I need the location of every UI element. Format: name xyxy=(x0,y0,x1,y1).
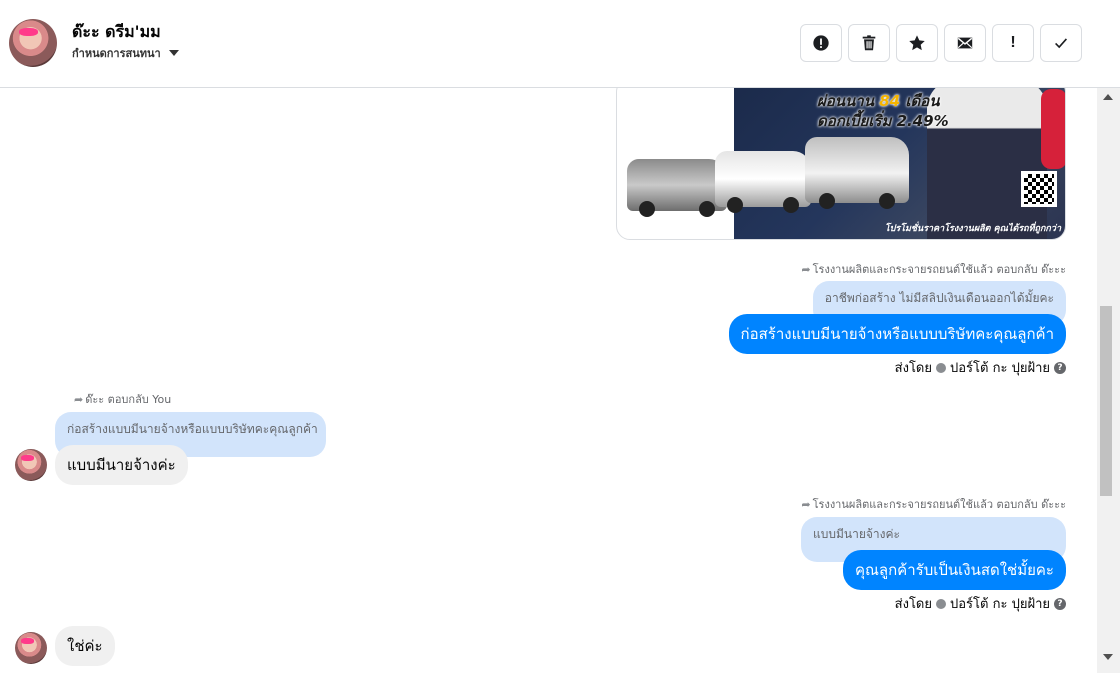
incoming-message[interactable]: ใช่ค่ะ xyxy=(55,626,115,666)
contact-name[interactable]: ด๊ะะ ดรีม'มม xyxy=(72,20,161,45)
help-icon[interactable]: ? xyxy=(1054,361,1066,374)
qr-code-icon xyxy=(1021,171,1057,207)
verified-check-icon xyxy=(936,598,946,609)
outgoing-message[interactable]: ก่อสร้างแบบมีนายจ้างหรือแบบบริษัทคะคุณลู… xyxy=(728,314,1066,354)
mark-unread-button[interactable] xyxy=(944,24,986,62)
conversation-settings-label: กำหนดการสนทนา xyxy=(72,47,161,60)
delete-button[interactable] xyxy=(848,24,890,62)
exclamation-icon: ! xyxy=(1010,34,1016,51)
report-button[interactable]: ! xyxy=(992,24,1034,62)
conversation-settings-dropdown[interactable]: กำหนดการสนทนา xyxy=(72,44,179,62)
mark-done-button[interactable] xyxy=(1040,24,1082,62)
sent-by-info: ส่งโดย ปอร์โต้ กะ ปุยฝ้าย ? xyxy=(895,357,1066,378)
promo-highlight-number: 84 xyxy=(879,92,901,110)
car-image-pickup-white xyxy=(715,151,811,213)
message-thread[interactable]: โปรโมชั่นราคาโรงงานผลิต คุณได้รถที่ถูกกว… xyxy=(0,88,1097,673)
reply-meta: ➦ โรงงานผลิตและกระจายรถยนต์ใช้แล้ว ตอบกล… xyxy=(801,495,1066,513)
mail-icon xyxy=(957,37,973,49)
verified-check-icon xyxy=(936,362,946,373)
incoming-message[interactable]: แบบมีนายจ้างค่ะ xyxy=(55,445,188,485)
star-button[interactable] xyxy=(896,24,938,62)
caret-down-icon xyxy=(168,50,179,56)
scroll-up-arrow-icon[interactable] xyxy=(1103,94,1113,100)
car-image-pickup-cage xyxy=(805,137,909,209)
sent-by-name[interactable]: ปอร์โต้ กะ ปุยฝ้าย xyxy=(950,357,1050,378)
reply-meta-text: โรงงานผลิตและกระจายรถยนต์ใช้แล้ว ตอบกลับ… xyxy=(812,498,1066,511)
contact-avatar-small[interactable] xyxy=(15,632,47,664)
promo-headline: ผ่อนนาน 84 เดือน ดอกเบี้ยเริ่ม 2.49% xyxy=(817,91,949,131)
reply-arrow-icon: ➦ xyxy=(801,262,811,276)
scrollbar[interactable] xyxy=(1097,88,1120,673)
reply-meta: ➦ โรงงานผลิตและกระจายรถยนต์ใช้แล้ว ตอบกล… xyxy=(801,260,1066,278)
reply-meta-text: โรงงานผลิตและกระจายรถยนต์ใช้แล้ว ตอบกลับ… xyxy=(812,263,1066,276)
sent-by-prefix: ส่งโดย xyxy=(894,597,932,612)
promo-footer-text: โปรโมชั่นราคาโรงงานผลิต คุณได้รถที่ถูกกว… xyxy=(884,224,1061,234)
promo-headline-line1: ผ่อนนาน 84 เดือน xyxy=(817,92,940,110)
promo-seat-image xyxy=(1041,89,1065,169)
reply-meta-text: ด๊ะะ ตอบกลับ You xyxy=(85,393,172,406)
check-icon xyxy=(1055,38,1068,49)
sent-by-name[interactable]: ปอร์โต้ กะ ปุยฝ้าย xyxy=(950,593,1050,614)
scrollbar-thumb[interactable] xyxy=(1100,306,1112,496)
reply-meta: ➦ ด๊ะะ ตอบกลับ You xyxy=(74,390,171,408)
car-image-sedan xyxy=(627,159,727,217)
reply-arrow-icon: ➦ xyxy=(801,497,811,511)
trash-icon xyxy=(862,35,876,51)
scroll-down-arrow-icon[interactable] xyxy=(1103,654,1113,660)
outgoing-message[interactable]: คุณลูกค้ารับเป็นเงินสดใช่มั้ยคะ xyxy=(842,550,1066,590)
reply-arrow-icon: ➦ xyxy=(74,392,84,406)
contact-avatar[interactable] xyxy=(9,19,57,67)
sent-by-prefix: ส่งโดย xyxy=(894,361,932,376)
promo-headline-line2: ดอกเบี้ยเริ่ม 2.49% xyxy=(817,112,949,130)
star-icon xyxy=(909,35,925,51)
conversation-header: ด๊ะะ ดรีม'มม กำหนดการสนทนา ! xyxy=(0,0,1120,88)
mark-important-button[interactable] xyxy=(800,24,842,62)
help-icon[interactable]: ? xyxy=(1054,597,1066,610)
promo-image-attachment[interactable]: โปรโมชั่นราคาโรงงานผลิต คุณได้รถที่ถูกกว… xyxy=(616,88,1066,240)
alert-circle-icon xyxy=(813,35,829,51)
toolbar: ! xyxy=(800,24,1082,62)
contact-avatar-small[interactable] xyxy=(15,449,47,481)
sent-by-info: ส่งโดย ปอร์โต้ กะ ปุยฝ้าย ? xyxy=(895,593,1066,614)
